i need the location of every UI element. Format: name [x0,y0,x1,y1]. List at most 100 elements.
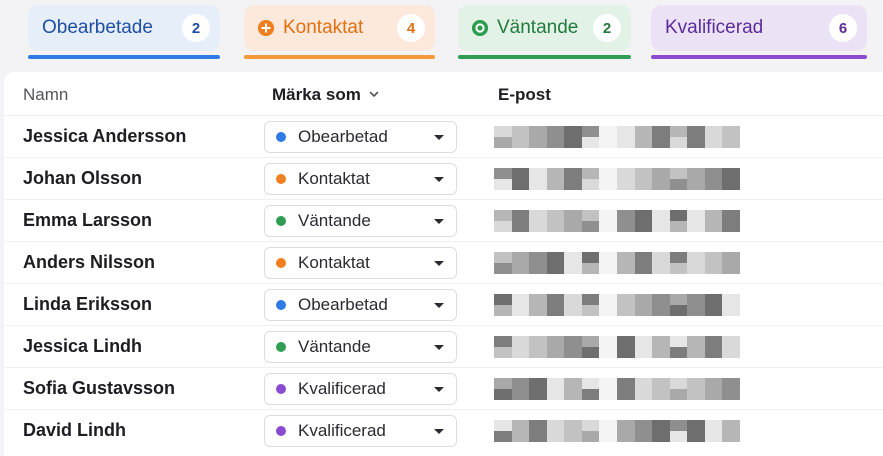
tab-underline [244,55,435,59]
pixel-block [529,378,547,389]
pixel-block [546,431,565,442]
pixel-block [564,137,582,148]
pixel-block [546,378,565,389]
pixel-block [687,378,705,389]
pixel-block [634,294,653,305]
status-select[interactable]: Väntande [264,331,457,363]
tab-kvalificerad[interactable]: Kvalificerad 6 [651,5,867,59]
lead-name: Jessica Lindh [23,336,143,356]
status-select[interactable]: Kontaktat [264,247,457,279]
pixel-block [511,347,530,358]
pixel-block [704,294,723,305]
status-select-value: Kvalificerad [298,421,386,440]
pixel-block [652,305,670,316]
pixel-block [704,305,723,316]
pixel-block [722,168,740,179]
pixel-block [581,210,600,221]
pixel-block [546,252,565,263]
status-select-value: Väntande [298,211,371,230]
pixel-block [564,336,582,347]
tab-kontaktat[interactable]: Kontaktat 4 [244,5,435,59]
status-select-value: Kvalificerad [298,379,386,398]
pixel-block [511,137,530,148]
pixel-block [581,420,600,431]
pixel-block [546,137,565,148]
tab-count-badge: 2 [593,14,621,42]
email-pixelated [494,126,740,148]
pixel-block [616,431,635,442]
pixel-block [652,378,670,389]
pixel-block [581,221,600,232]
pixel-block [581,294,600,305]
tab-count-badge: 6 [829,14,857,42]
pixel-block [687,137,705,148]
pixel-block [634,168,653,179]
status-select[interactable]: Väntande [264,205,457,237]
pixel-block [669,210,688,221]
column-header-email: E-post [498,85,551,104]
pixel-block [687,294,705,305]
pixel-block [511,263,530,274]
pixel-block [722,431,740,442]
pixel-block [634,179,653,190]
pixel-block [581,378,600,389]
chevron-down-icon [369,89,379,101]
pixel-block [722,137,740,148]
pixel-block [652,210,670,221]
pixel-block [494,221,512,232]
pixel-block [599,263,617,274]
pixel-block [634,336,653,347]
pixel-block [494,210,512,221]
status-select-value: Obearbetad [298,127,388,146]
tab-vantande[interactable]: Väntande 2 [458,5,631,59]
pixel-block [564,168,582,179]
pixel-block [616,336,635,347]
pixel-block [581,336,600,347]
pixel-block [634,263,653,274]
pixel-block [616,210,635,221]
pixel-block [511,252,530,263]
pixel-block [687,347,705,358]
pixel-block [669,378,688,389]
pixel-block [669,221,688,232]
pixel-block [722,420,740,431]
pixel-block [669,336,688,347]
lead-name: Anders Nilsson [23,252,156,272]
status-select-value: Kontaktat [298,253,370,272]
pixel-block [599,126,617,137]
tab-label: Kvalificerad [665,17,764,38]
pixel-block [494,420,512,431]
tab-obearbetade[interactable]: Obearbetade 2 [28,5,220,59]
table-row: Jessica Lindh Väntande [4,326,883,368]
pixel-block [529,263,547,274]
lead-name: Linda Eriksson [23,294,153,314]
caret-down-icon [434,386,444,392]
pixel-block [652,168,670,179]
status-select[interactable]: Kontaktat [264,163,457,195]
pixel-block [722,294,740,305]
pixel-block [599,294,617,305]
tab-label: Kontaktat [283,17,364,38]
status-select[interactable]: Obearbetad [264,289,457,321]
pixel-block [529,210,547,221]
status-select[interactable]: Kvalificerad [264,415,457,447]
pixel-block [546,126,565,137]
caret-down-icon [434,218,444,224]
pixel-block [616,347,635,358]
pixel-block [529,389,547,400]
pixel-block [652,294,670,305]
pixel-block [687,168,705,179]
pixel-block [494,431,512,442]
status-select[interactable]: Obearbetad [264,121,457,153]
status-select[interactable]: Kvalificerad [264,373,457,405]
pixel-block [599,378,617,389]
table-row: Linda Eriksson Obearbetad [4,284,883,326]
status-dot [276,342,286,352]
column-header-mark-as[interactable]: Märka som [272,85,379,105]
pixel-block [687,431,705,442]
pixel-block [599,168,617,179]
pixel-block [564,221,582,232]
pixel-block [494,336,512,347]
pixel-block [687,420,705,431]
lead-name: Johan Olsson [23,168,143,188]
